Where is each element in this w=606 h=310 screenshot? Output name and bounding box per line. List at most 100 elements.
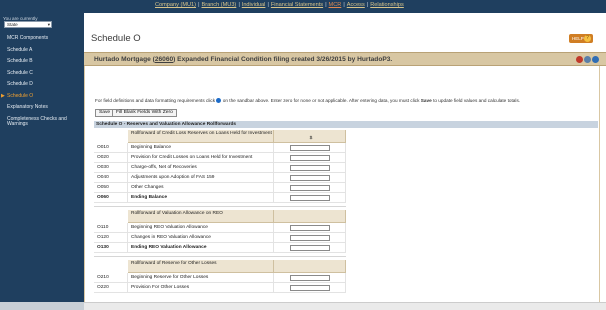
value-cell — [274, 223, 346, 233]
instructions-part-1: For field definitions and data formattin… — [95, 98, 216, 103]
nav-link-branch[interactable]: Branch (MU3) — [201, 2, 236, 8]
fill-blank-with-zero-button[interactable]: Fill Blank Fields With Zero — [112, 109, 177, 117]
filing-title-suffix: ) Expanded Financial Condition filing cr… — [173, 56, 393, 63]
value-cell — [274, 153, 346, 163]
value-cell — [274, 243, 346, 253]
value-input[interactable] — [290, 235, 330, 241]
value-input[interactable] — [290, 285, 330, 291]
sidebar-item-mcr-components[interactable]: MCR Components — [0, 34, 84, 46]
row-code: O220 — [94, 283, 128, 293]
row-code: O050 — [94, 183, 128, 193]
row-code: O110 — [94, 223, 128, 233]
value-input[interactable] — [290, 245, 330, 251]
filing-actions — [576, 56, 600, 63]
value-cell — [274, 163, 346, 173]
value-input[interactable] — [290, 185, 330, 191]
row-label: Beginning REO Valuation Allowance — [128, 223, 274, 233]
top-navigation-bar: Company (MU1) | Branch (MU3) | Individual | Fi… — [0, 0, 606, 13]
schedule-header: Schedule O - Reserves and Valuation Allo… — [94, 121, 598, 128]
value-input[interactable] — [290, 155, 330, 161]
instructions-part-2: on the sandbar above. Enter zero for non… — [222, 98, 420, 103]
sidebar-item-schedule-b[interactable]: Schedule B — [0, 57, 84, 69]
row-label: Changes in REO Valuation Allowance — [128, 233, 274, 243]
value-input[interactable] — [290, 225, 330, 231]
nav-link-company[interactable]: Company (MU1) — [155, 2, 196, 8]
value-cell — [274, 233, 346, 243]
nav-separator: | — [343, 2, 345, 8]
nav-separator: | — [366, 2, 369, 8]
alert-icon[interactable] — [576, 56, 583, 63]
print-icon[interactable] — [584, 56, 591, 63]
row-label: Other Changes — [128, 183, 274, 193]
filing-id-link[interactable]: 26060 — [155, 56, 173, 63]
section-divider — [94, 206, 346, 207]
sidebar-item-schedule-d[interactable]: Schedule D — [0, 80, 84, 92]
help-label: HELP — [572, 36, 584, 41]
sidebar-item-explanatory-notes[interactable]: Explanatory Notes — [0, 103, 84, 115]
sidebar-item-completeness-checks[interactable]: Completeness Checks and Warnings — [0, 115, 84, 132]
nav-link-access[interactable]: Access — [347, 2, 365, 8]
sidebar-item-label: Schedule D — [7, 81, 33, 87]
chevron-down-icon: ▾ — [47, 22, 50, 27]
value-cell — [274, 273, 346, 283]
section-header: Rollforward of Valuation Allowance on RE… — [128, 210, 274, 223]
state-select-value: State — [7, 22, 18, 27]
instructions-part-3: to update field values and calculate tot… — [433, 98, 521, 103]
nav-link-financial-statements[interactable]: Financial Statements — [271, 2, 323, 8]
help-button[interactable]: HELP ? — [569, 34, 593, 43]
column-header — [274, 210, 346, 223]
current-arrow-icon: ▶ — [1, 92, 5, 99]
sidebar-item-schedule-c[interactable]: Schedule C — [0, 69, 84, 81]
section-header: Rollforward of Reserve for Other Losses — [128, 260, 274, 273]
row-label: Provision For Other Losses — [128, 283, 274, 293]
sidebar-item-schedule-a[interactable]: Schedule A — [0, 46, 84, 58]
value-cell — [274, 283, 346, 293]
filing-title: Hurtado Mortgage (26060) Expanded Financ… — [94, 56, 392, 63]
filing-title-bar: Hurtado Mortgage (26060) Expanded Financ… — [84, 52, 606, 66]
sidebar-item-label: Explanatory Notes — [7, 104, 48, 110]
column-header — [274, 260, 346, 273]
question-icon: ? — [584, 35, 591, 42]
sidebar-item-label: Completeness Checks and Warnings — [7, 115, 67, 127]
value-input[interactable] — [290, 175, 330, 181]
nav-separator: | — [267, 2, 269, 8]
nav-link-individual[interactable]: Individual — [242, 2, 266, 8]
section-divider — [94, 256, 346, 257]
sidebar-item-label: MCR Components — [7, 35, 49, 41]
info-icon[interactable] — [216, 98, 222, 103]
value-input[interactable] — [290, 145, 330, 151]
page-title: Schedule O — [91, 33, 141, 44]
nav-link-mcr[interactable]: MCR — [329, 2, 342, 8]
sidebar-item-schedule-o[interactable]: ▶ Schedule O — [0, 92, 84, 104]
row-code: O210 — [94, 273, 128, 283]
value-input[interactable] — [290, 195, 330, 201]
row-label: Ending REO Valuation Allowance — [128, 243, 274, 253]
schedule-content: For field definitions and data formattin… — [84, 66, 600, 310]
horizontal-scrollbar[interactable] — [84, 302, 606, 310]
nav-separator: | — [325, 2, 327, 8]
sidebar-item-label: Schedule A — [7, 46, 33, 53]
row-label: Ending Balance — [128, 193, 274, 203]
sidebar-item-label: Schedule C — [7, 69, 33, 76]
row-label: Charge-offs, Net of Recoveries — [128, 163, 274, 173]
sidebar-item-label: Schedule O — [7, 92, 34, 99]
info-icon[interactable] — [592, 56, 599, 63]
column-header: $ — [274, 130, 346, 143]
value-input[interactable] — [290, 275, 330, 281]
filing-title-prefix: Hurtado Mortgage ( — [94, 56, 155, 63]
sidebar: You are currently State ▾ MCR Components… — [0, 13, 84, 310]
row-code: O010 — [94, 143, 128, 153]
value-input[interactable] — [290, 165, 330, 171]
row-code: O020 — [94, 153, 128, 163]
top-nav-links: Company (MU1) | Branch (MU3) | Individual | Fi… — [155, 2, 404, 8]
sidebar-item-label: Schedule B — [7, 58, 33, 64]
row-label: Beginning Reserve for Other Losses — [128, 273, 274, 283]
nav-link-relationships[interactable]: Relationships — [370, 2, 404, 8]
sidebar-nav: MCR Components Schedule A Schedule B Sch… — [0, 34, 84, 132]
instructions-save-word: Save — [420, 98, 432, 103]
section-header: Rollforward of Credit Loss Reserves on L… — [128, 130, 274, 143]
row-code: O130 — [94, 243, 128, 253]
state-select[interactable]: State ▾ — [4, 21, 52, 28]
row-label: Provision for Credit Losses on Loans Hel… — [128, 153, 274, 163]
row-code: O060 — [94, 193, 128, 203]
